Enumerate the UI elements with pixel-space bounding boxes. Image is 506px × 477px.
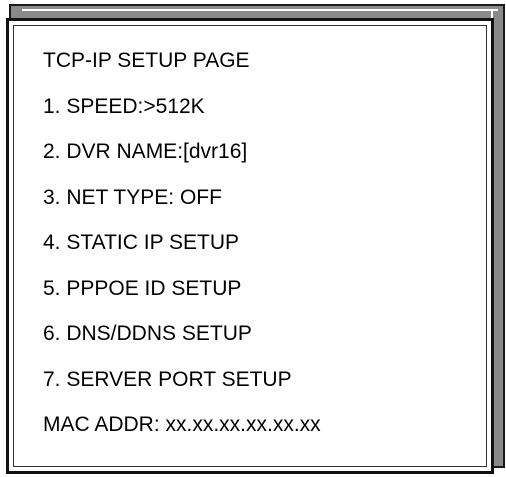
tcpip-setup-menu: TCP-IP SETUP PAGE 1. SPEED:>512K 2. DVR … bbox=[6, 18, 494, 474]
menu-item-dns-ddns-setup[interactable]: 6. DNS/DDNS SETUP bbox=[43, 322, 321, 368]
menu-item-static-ip-setup[interactable]: 4. STATIC IP SETUP bbox=[43, 231, 321, 277]
shadow-highlight-top bbox=[22, 9, 498, 11]
menu-item-server-port-setup[interactable]: 7. SERVER PORT SETUP bbox=[43, 368, 321, 414]
menu-item-pppoe-id-setup[interactable]: 5. PPPOE ID SETUP bbox=[43, 277, 321, 323]
menu-item-dvr-name[interactable]: 2. DVR NAME:[dvr16] bbox=[43, 140, 321, 186]
menu-item-speed[interactable]: 1. SPEED:>512K bbox=[43, 95, 321, 141]
mac-address-readout: MAC ADDR: xx.xx.xx.xx.xx.xx bbox=[43, 413, 321, 436]
menu-list: TCP-IP SETUP PAGE 1. SPEED:>512K 2. DVR … bbox=[43, 49, 321, 459]
page-title: TCP-IP SETUP PAGE bbox=[43, 49, 250, 72]
menu-item-net-type[interactable]: 3. NET TYPE: OFF bbox=[43, 186, 321, 232]
